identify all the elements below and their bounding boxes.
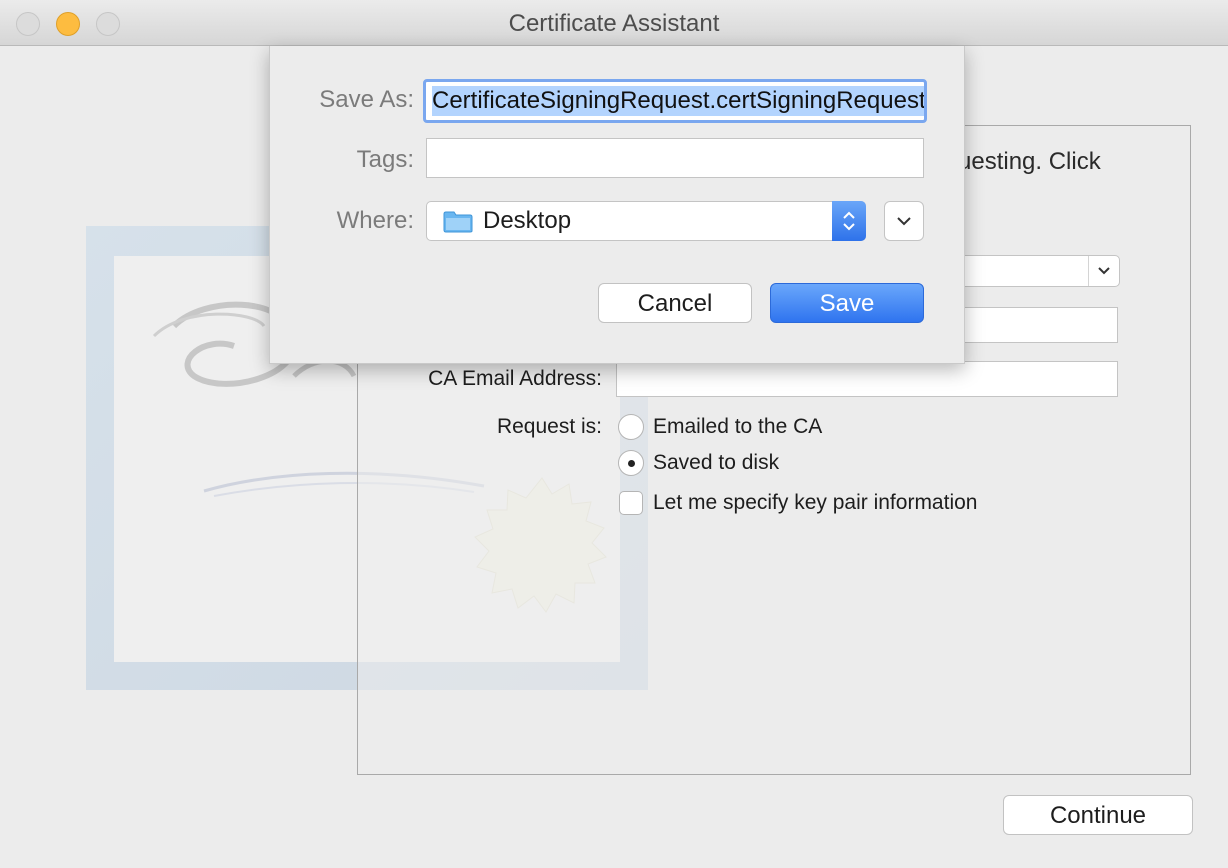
chevron-down-icon bbox=[897, 217, 911, 226]
radio-emailed-label: Emailed to the CA bbox=[653, 415, 823, 438]
continue-button[interactable]: Continue bbox=[1003, 795, 1193, 835]
radio-emailed-to-ca[interactable] bbox=[618, 414, 644, 440]
tags-input[interactable] bbox=[426, 138, 924, 178]
where-popup[interactable]: Desktop bbox=[426, 201, 866, 241]
save-sheet: Save As: CertificateSigningRequest.certS… bbox=[269, 46, 965, 364]
save-as-label: Save As: bbox=[319, 86, 414, 113]
radio-saved-label: Saved to disk bbox=[653, 451, 780, 474]
key-pair-checkbox[interactable] bbox=[619, 491, 643, 515]
where-value: Desktop bbox=[483, 207, 572, 234]
title-bar: Certificate Assistant bbox=[0, 0, 1228, 46]
radio-saved-to-disk[interactable] bbox=[618, 450, 644, 476]
expand-sheet-button[interactable] bbox=[884, 201, 924, 241]
tags-label: Tags: bbox=[356, 146, 414, 173]
up-down-chevron-icon bbox=[832, 201, 866, 241]
ca-email-label: CA Email Address: bbox=[428, 367, 602, 390]
save-as-input[interactable]: CertificateSigningRequest.certSigningReq… bbox=[423, 79, 927, 123]
window-title: Certificate Assistant bbox=[508, 10, 720, 37]
key-pair-label: Let me specify key pair information bbox=[653, 491, 978, 514]
save-button[interactable]: Save bbox=[770, 283, 924, 323]
instruction-text: uesting. Click bbox=[958, 148, 1101, 175]
cancel-button[interactable]: Cancel bbox=[598, 283, 752, 323]
request-is-label: Request is: bbox=[496, 415, 602, 438]
folder-icon bbox=[443, 211, 473, 238]
chevron-down-icon bbox=[1088, 256, 1119, 286]
ca-email-field[interactable] bbox=[616, 361, 1118, 397]
where-label: Where: bbox=[336, 207, 414, 234]
save-as-value: CertificateSigningRequest.certSigningReq… bbox=[432, 86, 926, 116]
